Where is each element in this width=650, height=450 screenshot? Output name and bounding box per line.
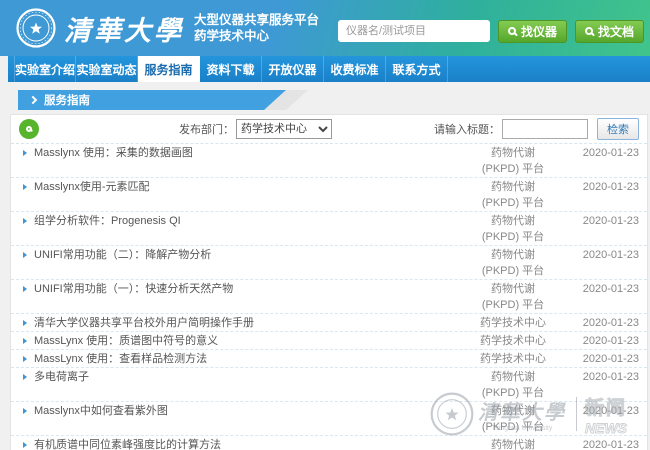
- triangle-right-icon: [23, 218, 27, 224]
- article-row: UNIFI常用功能（一）：快速分析天然产物药物代谢(PKPD) 平台2020-0…: [11, 280, 647, 314]
- article-title-link[interactable]: Masslynx使用-元素匹配: [23, 179, 457, 195]
- triangle-right-icon: [23, 408, 27, 414]
- triangle-right-icon: [23, 338, 27, 344]
- nav-tab-4[interactable]: 资料下载: [200, 56, 262, 82]
- article-department: 药物代谢(PKPD) 平台: [457, 145, 569, 177]
- article-title-link[interactable]: UNIFI常用功能（二）：降解产物分析: [23, 247, 457, 263]
- article-row: 组学分析软件：Progenesis QI药物代谢(PKPD) 平台2020-01…: [11, 212, 647, 246]
- article-list: Masslynx 使用：采集的数据画图药物代谢(PKPD) 平台2020-01-…: [11, 144, 647, 450]
- nav-tab-7[interactable]: 联系方式: [386, 56, 448, 82]
- nav-tab-2[interactable]: 实验室动态: [76, 56, 138, 82]
- header: 清華大學 大型仪器共享服务平台 药学技术中心 找仪器 找文档: [0, 0, 650, 56]
- article-department: 药物代谢(PKPD) 平台: [457, 179, 569, 211]
- magnifier-icon: [26, 126, 32, 132]
- department-label: 发布部门：: [179, 121, 234, 137]
- article-row: UNIFI常用功能（二）：降解产物分析药物代谢(PKPD) 平台2020-01-…: [11, 246, 647, 280]
- nav-tab-5[interactable]: 开放仪器: [262, 56, 324, 82]
- article-title-link[interactable]: 多电荷离子: [23, 369, 457, 385]
- article-row: 清华大学仪器共享平台校外用户简明操作手册药学技术中心2020-01-23: [11, 314, 647, 332]
- triangle-right-icon: [23, 150, 27, 156]
- article-row: MassLynx 使用：质谱图中符号的意义药学技术中心2020-01-23: [11, 332, 647, 350]
- article-title-link[interactable]: MassLynx 使用：查看样品检测方法: [23, 351, 457, 367]
- platform-title: 大型仪器共享服务平台: [194, 12, 319, 28]
- article-date: 2020-01-23: [569, 247, 639, 263]
- article-title-link[interactable]: 组学分析软件：Progenesis QI: [23, 213, 457, 229]
- article-department: 药物代谢(PKPD) 平台: [457, 247, 569, 279]
- article-title-link[interactable]: 清华大学仪器共享平台校外用户简明操作手册: [23, 315, 457, 331]
- article-row: 多电荷离子药物代谢(PKPD) 平台2020-01-23: [11, 368, 647, 402]
- article-date: 2020-01-23: [569, 351, 639, 367]
- article-department: 药物代谢(PKPD) 平台: [457, 403, 569, 435]
- center-title: 药学技术中心: [194, 28, 319, 44]
- triangle-right-icon: [23, 286, 27, 292]
- title-input[interactable]: [502, 119, 588, 139]
- find-document-label: 找文档: [598, 23, 634, 40]
- department-select[interactable]: 药学技术中心: [236, 119, 332, 139]
- triangle-right-icon: [23, 252, 27, 258]
- article-department: 药物代谢(PKPD) 平台: [457, 369, 569, 401]
- article-row: 有机质谱中同位素峰强度比的计算方法药物代谢(PKPD) 平台2020-01-23: [11, 436, 647, 450]
- article-row: Masslynx使用-元素匹配药物代谢(PKPD) 平台2020-01-23: [11, 178, 647, 212]
- article-date: 2020-01-23: [569, 403, 639, 419]
- article-title-link[interactable]: UNIFI常用功能（一）：快速分析天然产物: [23, 281, 457, 297]
- article-row: MassLynx 使用：查看样品检测方法药学技术中心2020-01-23: [11, 350, 647, 368]
- retrieve-button[interactable]: 检索: [597, 118, 639, 140]
- nav-tab-3[interactable]: 服务指南: [138, 56, 200, 82]
- article-date: 2020-01-23: [569, 437, 639, 450]
- site-titles: 大型仪器共享服务平台 药学技术中心: [194, 12, 319, 44]
- article-date: 2020-01-23: [569, 315, 639, 331]
- content-panel: 发布部门： 药学技术中心 请输入标题： 检索 Masslynx 使用：采集的数据…: [10, 114, 648, 450]
- department-filter-group: 发布部门： 药学技术中心: [179, 119, 332, 139]
- filter-bar: 发布部门： 药学技术中心 请输入标题： 检索: [11, 115, 647, 144]
- article-date: 2020-01-23: [569, 145, 639, 161]
- tsinghua-seal-icon: [16, 8, 56, 48]
- article-date: 2020-01-23: [569, 179, 639, 195]
- magnifier-icon: [585, 27, 593, 35]
- triangle-right-icon: [23, 184, 27, 190]
- page: 清華大學 大型仪器共享服务平台 药学技术中心 找仪器 找文档 实验室介绍实验室动…: [0, 0, 650, 450]
- nav-tab-6[interactable]: 收费标准: [324, 56, 386, 82]
- article-department: 药物代谢(PKPD) 平台: [457, 281, 569, 313]
- article-department: 药学技术中心: [457, 315, 569, 331]
- chevron-right-icon: [29, 96, 37, 104]
- triangle-right-icon: [23, 356, 27, 362]
- triangle-right-icon: [23, 442, 27, 448]
- nav-tab-1[interactable]: 实验室介绍: [14, 56, 76, 82]
- article-date: 2020-01-23: [569, 281, 639, 297]
- nav-tabs: 实验室介绍实验室动态服务指南资料下载开放仪器收费标准联系方式: [8, 56, 650, 82]
- article-title-link[interactable]: 有机质谱中同位素峰强度比的计算方法: [23, 437, 457, 450]
- article-row: Masslynx中如何查看紫外图药物代谢(PKPD) 平台2020-01-23: [11, 402, 647, 436]
- article-row: Masslynx 使用：采集的数据画图药物代谢(PKPD) 平台2020-01-…: [11, 144, 647, 178]
- article-department: 药物代谢(PKPD) 平台: [457, 213, 569, 245]
- article-title-link[interactable]: Masslynx 使用：采集的数据画图: [23, 145, 457, 161]
- triangle-right-icon: [23, 374, 27, 380]
- article-department: 药学技术中心: [457, 351, 569, 367]
- article-date: 2020-01-23: [569, 369, 639, 385]
- university-name: 清華大學: [64, 9, 184, 48]
- find-instrument-label: 找仪器: [521, 23, 557, 40]
- find-document-button[interactable]: 找文档: [575, 20, 644, 43]
- magnifier-circle-icon: [19, 119, 39, 139]
- article-department: 药物代谢(PKPD) 平台: [457, 437, 569, 450]
- find-instrument-button[interactable]: 找仪器: [498, 20, 567, 43]
- magnifier-icon: [508, 27, 516, 35]
- triangle-right-icon: [23, 320, 27, 326]
- title-filter-group: 请输入标题： 检索: [434, 118, 639, 140]
- header-search-area: 找仪器 找文档: [338, 20, 646, 43]
- breadcrumb: 服务指南: [18, 90, 286, 110]
- article-title-link[interactable]: Masslynx中如何查看紫外图: [23, 403, 457, 419]
- article-date: 2020-01-23: [569, 213, 639, 229]
- article-date: 2020-01-23: [569, 333, 639, 349]
- article-title-link[interactable]: MassLynx 使用：质谱图中符号的意义: [23, 333, 457, 349]
- instrument-search-input[interactable]: [338, 20, 490, 42]
- title-label: 请输入标题：: [434, 121, 500, 137]
- breadcrumb-wrap: 服务指南: [18, 90, 650, 110]
- article-department: 药学技术中心: [457, 333, 569, 349]
- breadcrumb-label: 服务指南: [44, 92, 90, 108]
